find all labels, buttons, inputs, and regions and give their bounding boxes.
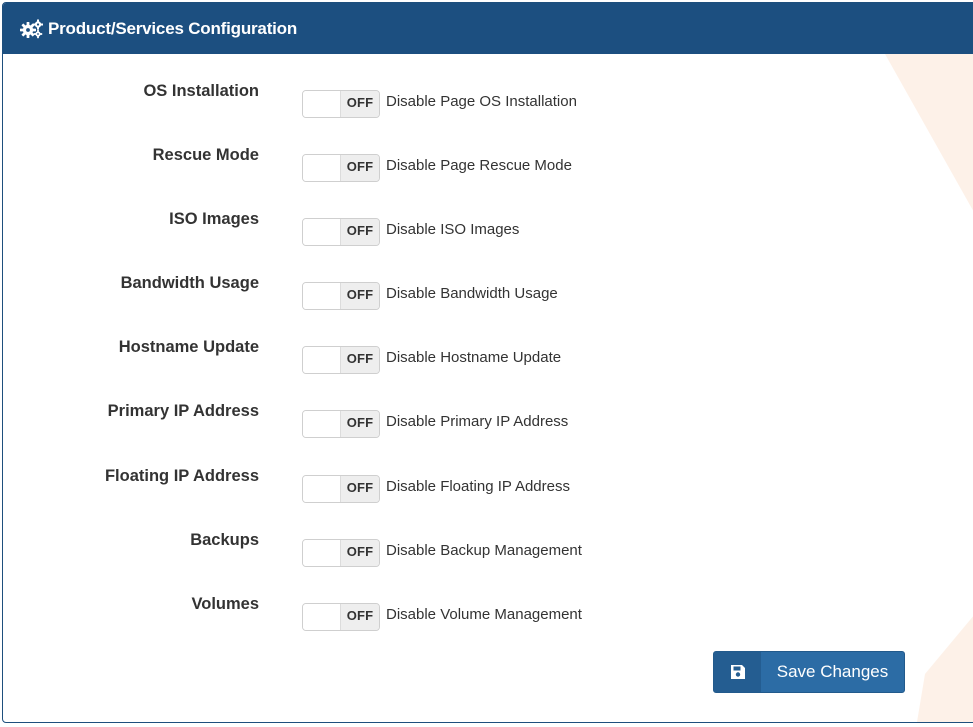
setting-row-primary-ip-address: Primary IP Address OFF Disable Primary I… — [3, 402, 973, 450]
floppy-disk-icon — [714, 652, 761, 692]
toggle-switch-iso-images[interactable]: OFF — [302, 218, 380, 246]
setting-row-bandwidth-usage: Bandwidth Usage OFF Disable Bandwidth Us… — [3, 274, 973, 322]
configuration-panel: Product/Services Configuration OS Instal… — [2, 2, 973, 723]
setting-description: Disable ISO Images — [386, 221, 520, 238]
setting-label: Primary IP Address — [107, 402, 259, 420]
switch-knob — [303, 155, 341, 181]
setting-label: Rescue Mode — [152, 146, 259, 164]
switch-knob — [303, 540, 341, 566]
setting-description: Disable Page Rescue Mode — [386, 157, 572, 174]
gears-icon — [20, 19, 44, 39]
toggle-switch-bandwidth-usage[interactable]: OFF — [302, 282, 380, 310]
switch-state: OFF — [341, 347, 379, 373]
setting-label: Floating IP Address — [104, 467, 259, 485]
setting-label: Hostname Update — [118, 338, 259, 356]
toggle-switch-backups[interactable]: OFF — [302, 539, 380, 567]
toggle-switch-hostname-update[interactable]: OFF — [302, 346, 380, 374]
setting-row-iso-images: ISO Images OFF Disable ISO Images — [3, 210, 973, 258]
switch-state: OFF — [341, 476, 379, 502]
switch-knob — [303, 476, 341, 502]
setting-description: Disable Hostname Update — [386, 349, 562, 366]
switch-state: OFF — [341, 219, 379, 245]
setting-row-backups: Backups OFF Disable Backup Management — [3, 531, 973, 579]
switch-knob — [303, 283, 341, 309]
setting-row-floating-ip-address: Floating IP Address OFF Disable Floating… — [3, 467, 973, 515]
switch-state: OFF — [341, 604, 379, 630]
setting-description: Disable Page OS Installation — [386, 93, 577, 110]
save-changes-label: Save Changes — [776, 662, 889, 681]
setting-description: Disable Volume Management — [386, 606, 582, 623]
setting-label: OS Installation — [143, 82, 259, 100]
switch-state: OFF — [341, 283, 379, 309]
setting-label: ISO Images — [169, 210, 259, 228]
setting-label: Volumes — [191, 595, 259, 613]
toggle-switch-os-installation[interactable]: OFF — [302, 90, 380, 118]
panel-title: Product/Services Configuration — [48, 18, 298, 38]
setting-label: Bandwidth Usage — [120, 274, 259, 292]
switch-state: OFF — [341, 411, 379, 437]
setting-description: Disable Primary IP Address — [386, 413, 569, 430]
switch-knob — [303, 219, 341, 245]
switch-knob — [303, 347, 341, 373]
switch-knob — [303, 604, 341, 630]
panel-header: Product/Services Configuration — [3, 3, 973, 54]
switch-state: OFF — [341, 155, 379, 181]
setting-row-rescue-mode: Rescue Mode OFF Disable Page Rescue Mode — [3, 146, 973, 194]
switch-knob — [303, 411, 341, 437]
save-changes-button[interactable]: Save Changes — [713, 651, 905, 693]
setting-description: Disable Bandwidth Usage — [386, 285, 558, 302]
setting-row-volumes: Volumes OFF Disable Volume Management — [3, 595, 973, 643]
setting-row-os-installation: OS Installation OFF Disable Page OS Inst… — [3, 82, 973, 130]
switch-state: OFF — [341, 91, 379, 117]
toggle-switch-primary-ip-address[interactable]: OFF — [302, 410, 380, 438]
toggle-switch-rescue-mode[interactable]: OFF — [302, 154, 380, 182]
toggle-switch-volumes[interactable]: OFF — [302, 603, 380, 631]
setting-label: Backups — [190, 531, 259, 549]
switch-state: OFF — [341, 540, 379, 566]
switch-knob — [303, 91, 341, 117]
setting-row-hostname-update: Hostname Update OFF Disable Hostname Upd… — [3, 338, 973, 386]
setting-description: Disable Backup Management — [386, 542, 582, 559]
setting-description: Disable Floating IP Address — [386, 478, 570, 495]
toggle-switch-floating-ip-address[interactable]: OFF — [302, 475, 380, 503]
